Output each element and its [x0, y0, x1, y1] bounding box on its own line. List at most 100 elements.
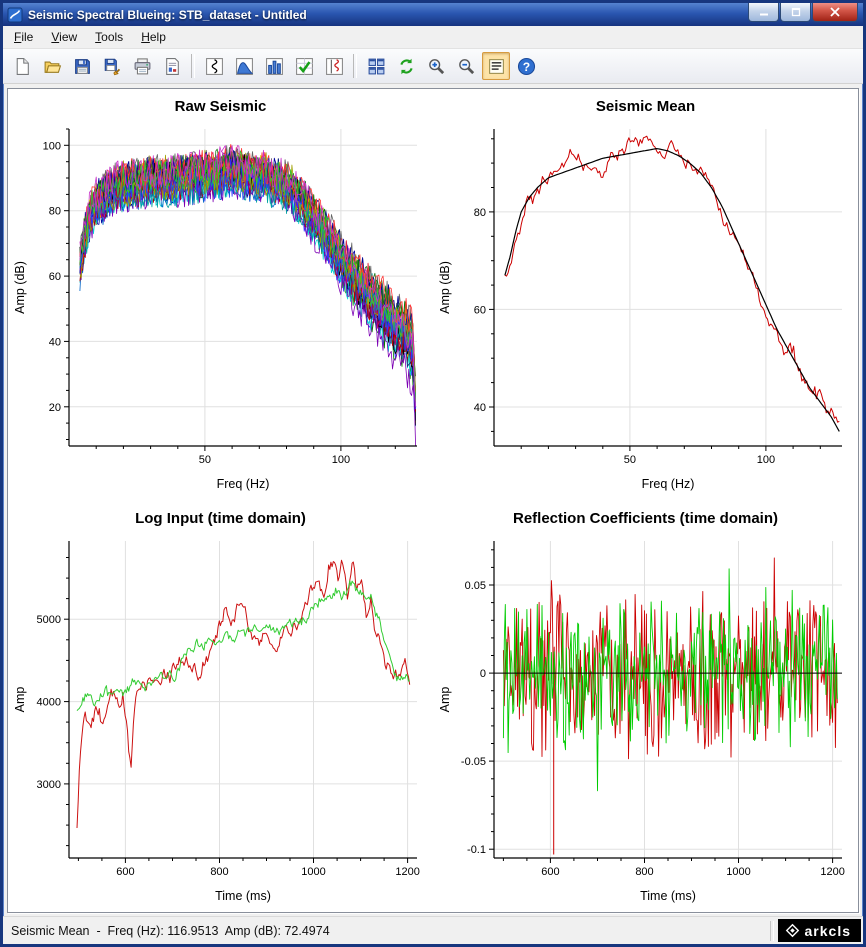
minimize-icon: [759, 7, 769, 17]
report-button[interactable]: [158, 52, 186, 80]
save-icon: [73, 57, 92, 76]
new-document-button[interactable]: [8, 52, 36, 80]
zoom-in-icon: [427, 57, 446, 76]
minimize-button[interactable]: [748, 3, 779, 22]
zoom-in-button[interactable]: [422, 52, 450, 80]
chart-grid: Raw Seismic 50 100 20 40 60 80 100 Freq (Hz) Amp…: [8, 89, 858, 912]
help-icon: ?: [517, 57, 536, 76]
maximize-button[interactable]: [780, 3, 811, 22]
maximize-icon: [791, 7, 801, 17]
menu-item-file[interactable]: File: [5, 27, 42, 47]
save-button[interactable]: [68, 52, 96, 80]
legend-button[interactable]: [482, 52, 510, 80]
svg-text:50: 50: [198, 454, 210, 466]
window-controls: [748, 3, 858, 22]
svg-text:600: 600: [116, 866, 134, 878]
svg-text:-0.05: -0.05: [460, 756, 485, 768]
menu-bar: FileViewToolsHelp: [3, 26, 863, 49]
histogram-button[interactable]: [260, 52, 288, 80]
status-separator: [770, 921, 774, 941]
save-as-icon: [103, 57, 122, 76]
spectrum-button[interactable]: [230, 52, 258, 80]
svg-text:1000: 1000: [301, 866, 325, 878]
app-icon: [7, 7, 23, 23]
refresh-icon: [397, 57, 416, 76]
seismic-trace-button[interactable]: [200, 52, 228, 80]
svg-text:40: 40: [48, 337, 60, 349]
svg-text:Amp: Amp: [438, 686, 452, 712]
new-document-icon: [13, 57, 32, 76]
wavelet-button[interactable]: [320, 52, 348, 80]
svg-text:Amp: Amp: [13, 686, 27, 712]
client-area: Raw Seismic 50 100 20 40 60 80 100 Freq (Hz) Amp…: [7, 88, 859, 913]
window-title: Seismic Spectral Blueing: STB_dataset - …: [28, 8, 307, 22]
svg-text:80: 80: [48, 206, 60, 218]
legend-icon: [487, 57, 506, 76]
svg-text:80: 80: [473, 207, 485, 219]
menu-item-view[interactable]: View: [42, 27, 86, 47]
svg-text:Time (ms): Time (ms): [215, 889, 271, 903]
title-bar[interactable]: Seismic Spectral Blueing: STB_dataset - …: [3, 3, 863, 26]
arkcls-diamond-icon: [784, 922, 801, 939]
svg-text:20: 20: [48, 402, 60, 414]
spectrum-icon: [235, 57, 254, 76]
svg-text:Amp (dB): Amp (dB): [438, 261, 452, 314]
chart-raw-seismic: Raw Seismic 5010020406080100Freq (Hz)Amp…: [8, 89, 433, 501]
close-icon: [829, 7, 841, 17]
open-file-icon: [43, 57, 62, 76]
chart-title-seismic-mean: Seismic Mean: [433, 95, 858, 119]
raw-seismic-plot[interactable]: 5010020406080100Freq (Hz)Amp (dB): [11, 119, 431, 494]
toolbar-separator: [353, 54, 357, 78]
reflection-coefficients-plot[interactable]: 600 800 1000 1200 -0.1 -0.05 0 0.05 Time (ms) Amp: [436, 531, 856, 906]
refresh-button[interactable]: [392, 52, 420, 80]
log-input-plot[interactable]: 60080010001200300040005000Time (ms)Amp: [11, 531, 431, 906]
zoom-out-icon: [457, 57, 476, 76]
svg-text:1200: 1200: [820, 866, 844, 878]
svg-text:0: 0: [479, 668, 485, 680]
svg-text:3000: 3000: [36, 779, 60, 791]
svg-text:Amp (dB): Amp (dB): [13, 261, 27, 314]
svg-text:Freq (Hz): Freq (Hz): [641, 477, 694, 491]
svg-text:?: ?: [522, 59, 529, 73]
arkcls-logo: arkcls: [778, 919, 861, 942]
open-file-button[interactable]: [38, 52, 66, 80]
status-bar: Seismic Mean - Freq (Hz): 116.9513 Amp (…: [3, 916, 863, 944]
svg-text:600: 600: [541, 866, 559, 878]
svg-text:0.05: 0.05: [464, 580, 485, 592]
svg-text:800: 800: [635, 866, 653, 878]
svg-text:Time (ms): Time (ms): [640, 889, 696, 903]
svg-text:100: 100: [42, 141, 60, 153]
svg-text:1200: 1200: [395, 866, 419, 878]
wavelet-icon: [325, 57, 344, 76]
report-icon: [163, 57, 182, 76]
toolbar-separator: [191, 54, 195, 78]
toolbar: ?: [3, 49, 863, 84]
menu-item-help[interactable]: Help: [132, 27, 175, 47]
app-window: Seismic Spectral Blueing: STB_dataset - …: [0, 0, 866, 947]
histogram-icon: [265, 57, 284, 76]
qc-check-button[interactable]: [290, 52, 318, 80]
chart-seismic-mean: Seismic Mean 50100406080Freq (Hz)Amp (dB…: [433, 89, 858, 501]
tile-windows-icon: [367, 57, 386, 76]
arkcls-logo-text: arkcls: [805, 923, 851, 939]
chart-log-input: Log Input (time domain) 6008001000120030…: [8, 501, 433, 913]
svg-text:100: 100: [331, 454, 349, 466]
chart-title-log-input: Log Input (time domain): [8, 507, 433, 531]
help-button[interactable]: ?: [512, 52, 540, 80]
svg-text:50: 50: [623, 454, 635, 466]
svg-text:-0.1: -0.1: [467, 844, 486, 856]
menu-item-tools[interactable]: Tools: [86, 27, 132, 47]
close-button[interactable]: [812, 3, 858, 22]
print-button[interactable]: [128, 52, 156, 80]
seismic-trace-icon: [205, 57, 224, 76]
chart-title-raw-seismic: Raw Seismic: [8, 95, 433, 119]
svg-text:1000: 1000: [726, 866, 750, 878]
seismic-mean-plot[interactable]: 50100406080Freq (Hz)Amp (dB): [436, 119, 856, 494]
save-as-button[interactable]: [98, 52, 126, 80]
svg-text:5000: 5000: [36, 614, 60, 626]
print-icon: [133, 57, 152, 76]
svg-text:60: 60: [473, 305, 485, 317]
qc-check-icon: [295, 57, 314, 76]
zoom-out-button[interactable]: [452, 52, 480, 80]
tile-windows-button[interactable]: [362, 52, 390, 80]
